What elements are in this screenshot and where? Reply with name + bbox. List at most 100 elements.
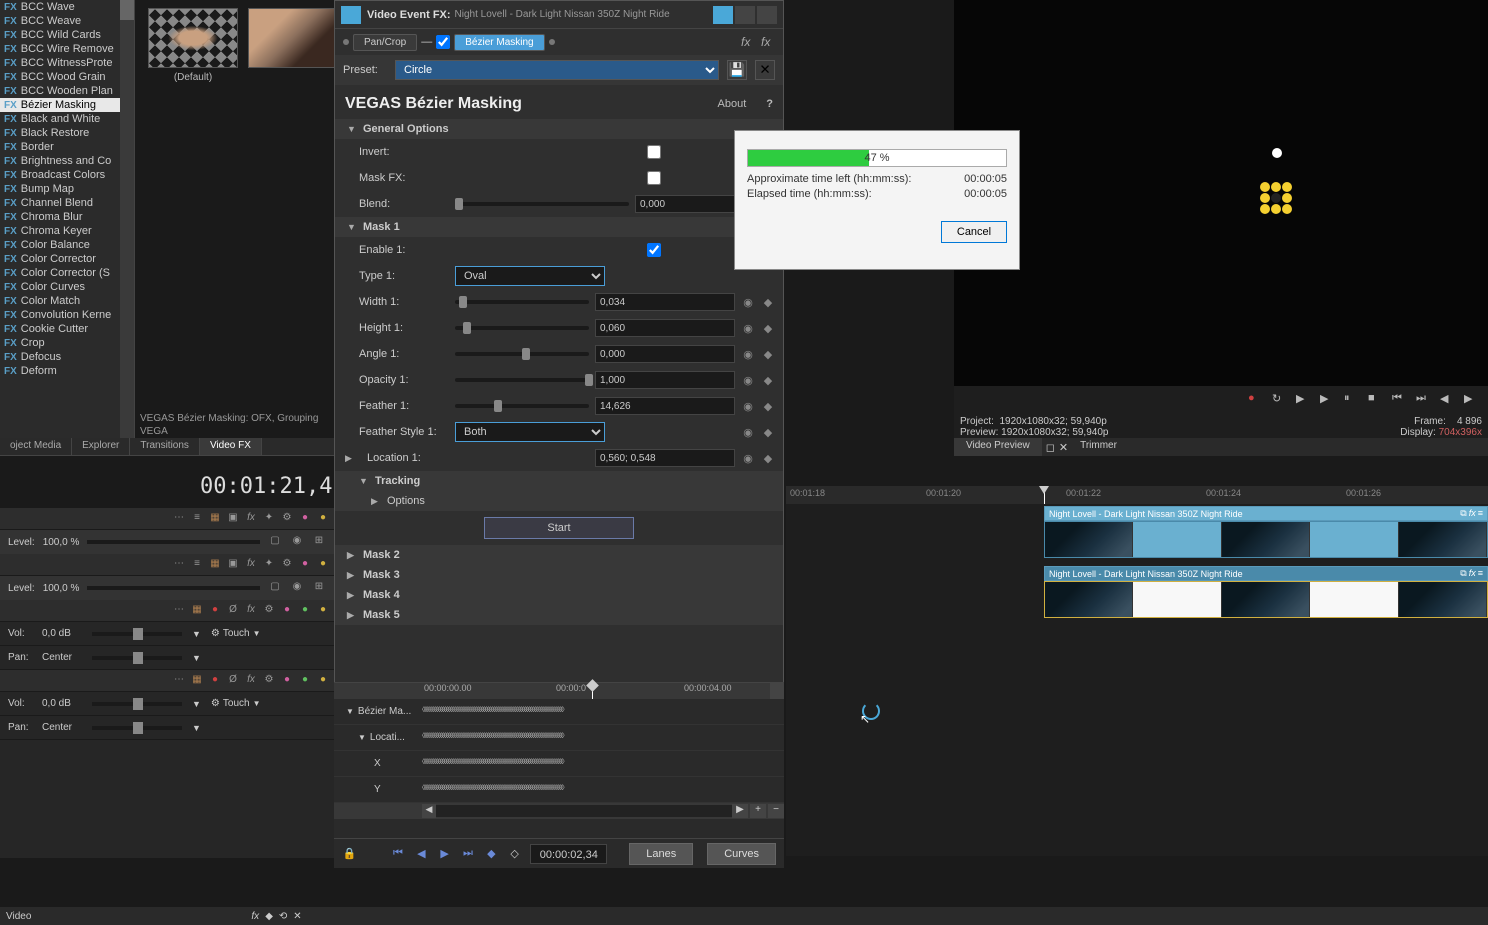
keyframe-time-display[interactable]: 00:00:02,34 [530,844,607,864]
about-link[interactable]: About [718,98,747,110]
keyframe-icon[interactable]: ◆ [761,373,775,387]
kf-track-bezier[interactable]: ▼Bézier Ma... [334,706,422,717]
timeline-clip-1[interactable]: Night Lovell - Dark Light Nissan 350Z Ni… [1044,506,1488,558]
fx-list-item[interactable]: FXColor Match [0,294,134,308]
scroll-left-icon[interactable]: ◀ [422,804,436,818]
animate-icon[interactable]: ◉ [741,451,755,465]
delete-preset-icon[interactable]: ✕ [755,60,775,80]
keyframe-ruler[interactable]: 00:00:00.00 00:00:0 00:00:04.00 [334,683,784,699]
section-mask2[interactable]: ▶Mask 2 [335,545,783,565]
animate-icon[interactable]: ◉ [741,373,755,387]
solo-icon[interactable]: ● [316,558,330,572]
fx-list-item[interactable]: FXChannel Blend [0,196,134,210]
keyframe-playhead[interactable] [592,683,593,699]
parent-icon[interactable]: ⊞ [312,581,326,595]
fx-list-item[interactable]: FXBorder [0,140,134,154]
fx-list-item[interactable]: FXCrop [0,336,134,350]
dock-icon[interactable]: ◻ [1046,441,1055,454]
kf-track-y[interactable]: Y [334,784,422,795]
fx-list-item[interactable]: FXBCC Wood Grain [0,70,134,84]
fx-list-item[interactable]: FXColor Curves [0,280,134,294]
prev-frame-icon[interactable]: ◀ [1440,392,1458,410]
location1-input[interactable] [595,449,735,467]
automation-mode-dropdown[interactable]: ⚙Touch▼ [211,698,261,709]
fx-list-item[interactable]: FXConvolution Kerne [0,308,134,322]
solo2-icon[interactable]: ● [316,674,330,688]
parent-icon[interactable]: ⊞ [312,535,326,549]
automation-mode-dropdown[interactable]: ⚙Touch▼ [211,628,261,639]
fx-remove-icon[interactable]: fx [761,35,775,49]
fx-add-icon[interactable]: fx [741,35,755,49]
status-fx-icon[interactable]: fx [251,911,259,922]
more-icon[interactable]: ⋯ [172,512,186,526]
fx-list-item[interactable]: FXBlack and White [0,112,134,126]
more-icon[interactable]: ⋯ [172,674,186,688]
play-icon[interactable]: ▶ [1320,392,1338,410]
view-grid-icon[interactable] [735,6,755,24]
level-slider[interactable] [87,540,260,544]
section-tracking[interactable]: ▼Tracking [335,471,783,491]
section-mask5[interactable]: ▶Mask 5 [335,605,783,625]
fx-list-item[interactable]: FXBCC Wild Cards [0,28,134,42]
fx-list-item[interactable]: FXBCC Wire Remove [0,42,134,56]
bypass-icon[interactable]: ≡ [190,512,204,526]
play-start-icon[interactable]: ▶ [1296,392,1314,410]
fx-list-item[interactable]: FXBézier Masking [0,98,134,112]
section-mask1[interactable]: ▼Mask 1 [335,217,783,237]
width1-input[interactable] [595,293,735,311]
fx-list-item[interactable]: FXBump Map [0,182,134,196]
invert-icon[interactable]: Ø [226,674,240,688]
go-end-icon[interactable]: ⏭ [1416,392,1434,410]
child-icon[interactable]: ▢ [268,581,282,595]
level-slider[interactable] [87,586,260,590]
fx-list-item[interactable]: FXColor Corrector [0,252,134,266]
mute-icon[interactable]: ● [298,558,312,572]
fx-chain-icon[interactable]: fx [244,604,258,618]
fx-chain-icon[interactable]: fx [244,512,258,526]
feather1-slider[interactable] [455,404,589,408]
opacity1-slider[interactable] [455,378,589,382]
tab-trimmer[interactable]: Trimmer [1068,438,1129,456]
tab-video-preview[interactable]: Video Preview [954,438,1042,456]
bypass-icon[interactable]: ≡ [190,558,204,572]
mute-icon[interactable]: ● [280,674,294,688]
mute-icon[interactable]: ● [280,604,294,618]
keyframe-icon[interactable]: ◆ [761,425,775,439]
chain-bezier[interactable]: Bézier Masking [454,34,544,51]
fx-icon[interactable]: ▣ [226,558,240,572]
gear-icon[interactable]: ⚙ [262,604,276,618]
invert-checkbox[interactable] [647,145,661,159]
clip-fx-icon[interactable]: fx [1469,568,1476,579]
fx-list-item[interactable]: FXChroma Blur [0,210,134,224]
fx-list-item[interactable]: FXCookie Cutter [0,322,134,336]
save-preset-icon[interactable]: 💾 [727,60,747,80]
height1-input[interactable] [595,319,735,337]
first-keyframe-icon[interactable]: ⏮ [390,845,405,863]
arm-icon[interactable]: ● [208,604,222,618]
close-icon[interactable]: ✕ [1059,441,1068,454]
fx-list-item[interactable]: FXColor Balance [0,238,134,252]
fx-panel-titlebar[interactable]: Video Event FX: Night Lovell - Dark Ligh… [335,1,783,29]
cancel-button[interactable]: Cancel [941,221,1007,243]
enable1-checkbox[interactable] [647,243,661,257]
section-general-options[interactable]: ▼General Options [335,119,783,139]
status-keyframe-icon[interactable]: ◆ [265,911,273,922]
fx-list-item[interactable]: FXColor Corrector (S [0,266,134,280]
kf-lane-y[interactable] [422,783,784,797]
sync-cursor-icon[interactable]: 🔒 [342,845,357,863]
kf-lane-location[interactable] [422,731,784,745]
tab-transitions[interactable]: Transitions [130,438,200,455]
vol-slider[interactable] [92,632,182,636]
vol-slider[interactable] [92,702,182,706]
child-icon[interactable]: ▢ [268,535,282,549]
chain-pancrop[interactable]: Pan/Crop [353,34,417,51]
kf-lane-bezier[interactable] [422,705,784,719]
kf-track-x[interactable]: X [334,758,422,769]
tab-video-fx[interactable]: Video FX [200,438,262,455]
gear-icon[interactable]: ⚙ [280,558,294,572]
last-keyframe-icon[interactable]: ⏭ [460,845,475,863]
fx-list-item[interactable]: FXBCC Wave [0,0,134,14]
zoom-out-icon[interactable]: − [768,804,784,818]
timeline-ruler[interactable]: 00:01:18 00:01:20 00:01:22 00:01:24 00:0… [786,486,1488,504]
pause-icon[interactable]: ⏸ [1344,392,1362,410]
